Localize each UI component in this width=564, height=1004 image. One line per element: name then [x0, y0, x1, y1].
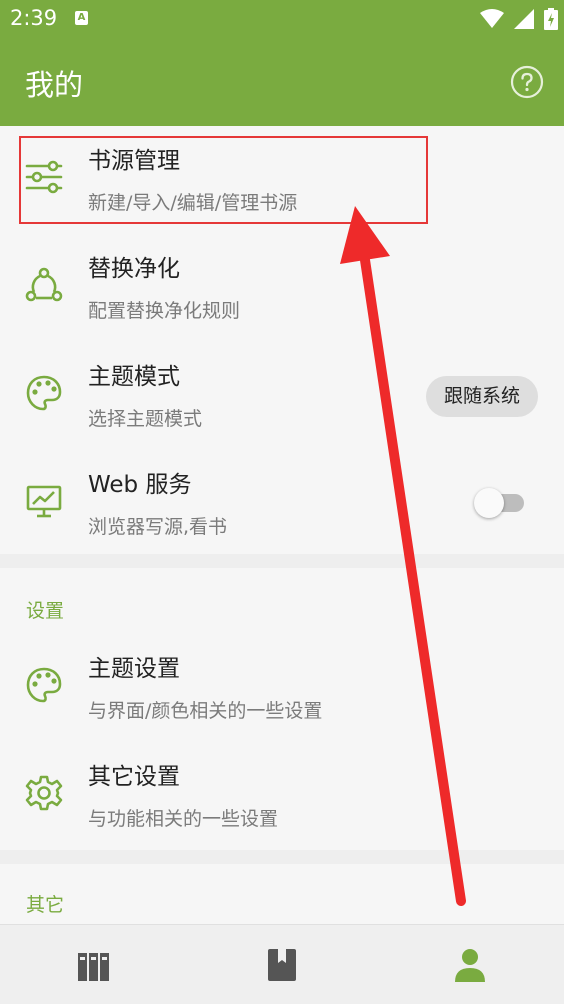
highlight-box [19, 136, 428, 224]
bookshelf-icon [78, 953, 109, 981]
system-icons [480, 8, 558, 30]
web-service-switch[interactable] [474, 488, 524, 518]
palette-icon [26, 667, 62, 703]
battery-icon [544, 8, 558, 30]
other-settings-item[interactable]: 其它设置 与功能相关的一些设置 [0, 742, 564, 850]
replace-rule-subtitle: 配置替换净化规则 [88, 300, 241, 322]
settings-label: 设置 [26, 600, 65, 622]
monitor-chart-icon [26, 485, 62, 518]
switch-thumb [474, 488, 504, 518]
theme-settings-title: 主题设置 [88, 656, 180, 682]
other-settings-subtitle: 与功能相关的一些设置 [88, 808, 279, 830]
nav-mine[interactable] [376, 925, 564, 1004]
theme-mode-chip[interactable]: 跟随系统 [425, 376, 538, 417]
help-icon[interactable] [510, 65, 544, 99]
notification-a-icon: A [75, 11, 88, 25]
status-time: 2:39 [10, 6, 58, 30]
nav-discover[interactable] [188, 925, 376, 1004]
theme-mode-subtitle: 选择主题模式 [88, 408, 203, 430]
settings-section: 设置 主题设置 与界面/颜色相关的一些设置 其它设置 与功能相关的一些设置 [0, 568, 564, 850]
signal-icon [514, 9, 534, 29]
person-icon [455, 949, 485, 982]
gear-icon [25, 775, 63, 811]
web-service-item[interactable]: Web 服务 浏览器写源,看书 [0, 450, 564, 558]
theme-mode-item[interactable]: 主题模式 选择主题模式 跟随系统 [0, 342, 564, 450]
other-settings-title: 其它设置 [88, 764, 180, 790]
nav-bookshelf[interactable] [0, 925, 188, 1004]
replace-rule-item[interactable]: 替换净化 配置替换净化规则 [0, 234, 564, 342]
other-label: 其它 [26, 894, 65, 916]
page-title: 我的 [25, 68, 84, 102]
palette-icon [26, 375, 62, 411]
other-section: 其它 [0, 864, 564, 924]
book-icon [268, 949, 296, 981]
status-bar: 2:39 A [0, 0, 564, 38]
theme-mode-title: 主题模式 [88, 364, 180, 390]
wifi-icon [480, 9, 504, 28]
app-bar: 我的 [0, 38, 564, 126]
bottom-nav [0, 924, 564, 1004]
replace-rule-title: 替换净化 [88, 256, 180, 282]
web-service-title: Web 服务 [88, 472, 192, 498]
theme-settings-item[interactable]: 主题设置 与界面/颜色相关的一些设置 [0, 634, 564, 742]
web-service-subtitle: 浏览器写源,看书 [88, 516, 228, 538]
share-nodes-icon [25, 267, 63, 302]
theme-settings-subtitle: 与界面/颜色相关的一些设置 [88, 700, 323, 722]
